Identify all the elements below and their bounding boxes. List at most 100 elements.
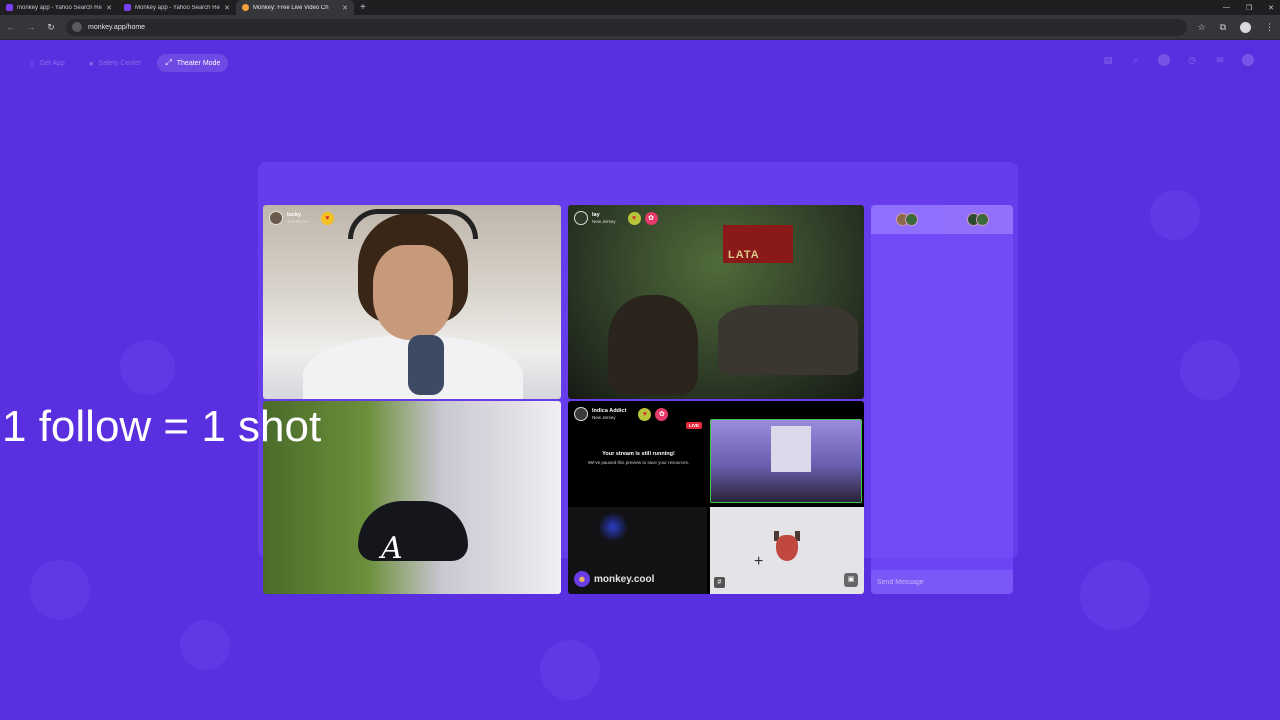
get-app-label: Get App xyxy=(39,59,65,67)
theater-mode-label: Theater Mode xyxy=(176,59,221,67)
send-message-field[interactable] xyxy=(871,570,1013,594)
video-tile-1[interactable]: lucky Tennessee ♥ xyxy=(263,205,561,399)
chat-tab-1[interactable] xyxy=(871,205,942,234)
brand-text: monkey.cool xyxy=(594,573,655,585)
baseball-cap xyxy=(358,501,468,561)
window-shape xyxy=(771,426,811,472)
top-nav: ▯ Get App ● Safety Center ⤢ Theater Mode xyxy=(22,54,229,72)
forward-icon[interactable]: → xyxy=(26,22,36,32)
close-icon[interactable]: ✕ xyxy=(106,4,112,12)
minimize-icon[interactable]: — xyxy=(1223,4,1230,11)
store-icon[interactable]: ▤ xyxy=(1102,54,1114,66)
history-icon[interactable]: ◷ xyxy=(1186,54,1198,66)
avatar[interactable] xyxy=(574,407,588,421)
yahoo-favicon-icon xyxy=(124,4,131,11)
browser-tab[interactable]: monkey app - Yahoo Search Re ✕ xyxy=(0,0,118,15)
heart-icon[interactable]: ♥ xyxy=(638,407,652,421)
safety-center-label: Safety Center xyxy=(98,59,142,67)
monkey-logo-icon: ☻ xyxy=(574,571,590,587)
avatar xyxy=(975,213,989,226)
add-guest-cell[interactable]: + # ▣ xyxy=(710,507,864,594)
paused-subtitle: We've paused this preview to save your r… xyxy=(587,460,690,465)
heart-icon[interactable]: ♥ xyxy=(320,211,334,225)
chat-panel xyxy=(871,205,1013,594)
user-location: New Jersey xyxy=(592,218,616,224)
user-badge[interactable]: lay New Jersey ♥ ✿ xyxy=(574,211,658,225)
background-pattern xyxy=(1180,340,1240,400)
plus-icon[interactable]: + xyxy=(754,553,763,571)
chat-tab-2[interactable] xyxy=(942,205,1013,234)
avatar[interactable] xyxy=(269,211,283,225)
extensions-icon[interactable]: ⧉ xyxy=(1220,22,1226,33)
heart-icon[interactable]: ♥ xyxy=(627,211,641,225)
clothes-pile xyxy=(718,305,858,375)
background-pattern xyxy=(540,640,600,700)
back-icon[interactable]: ← xyxy=(6,22,16,32)
headphones xyxy=(348,209,478,239)
background-pattern xyxy=(1150,190,1200,240)
user-badge[interactable]: Indica Addict New Jersey ♥ ✿ xyxy=(574,407,669,421)
chat-icon[interactable]: ✉ xyxy=(1214,54,1226,66)
close-icon[interactable]: ✕ xyxy=(342,4,348,12)
browser-tabstrip: monkey app - Yahoo Search Re ✕ Monkey ap… xyxy=(0,0,1280,15)
phone-icon: ▯ xyxy=(30,58,35,68)
close-icon[interactable]: ✕ xyxy=(224,4,230,12)
monkey-mascot-icon xyxy=(776,535,798,561)
browser-tab[interactable]: Monkey app - Yahoo Search Re ✕ xyxy=(118,0,236,15)
expand-icon: ⤢ xyxy=(165,58,172,67)
message-input[interactable] xyxy=(877,578,1007,586)
reaction-icon[interactable]: ✿ xyxy=(655,407,669,421)
user-location: Tennessee xyxy=(287,218,309,224)
get-app-button[interactable]: ▯ Get App xyxy=(22,54,73,72)
wall-banner-text: LATA xyxy=(728,249,760,261)
background-pattern xyxy=(30,560,90,620)
reaction-icon[interactable]: ✿ xyxy=(644,211,658,225)
reload-icon[interactable]: ↻ xyxy=(46,22,56,33)
browser-toolbar: ← → ↻ monkey.app/home ☆ ⧉ ⋮ xyxy=(0,15,1280,40)
person-figure xyxy=(608,295,698,395)
window-controls: — ❐ ✕ xyxy=(1223,0,1274,15)
avatar xyxy=(904,213,918,226)
browser-tab-active[interactable]: Monkey: Free Live Video Ch ✕ xyxy=(236,0,354,15)
paused-title: Your stream is still running! xyxy=(602,451,675,457)
profile-avatar[interactable] xyxy=(1240,21,1251,33)
site-info-icon[interactable] xyxy=(72,22,82,32)
brand-watermark: ☻ monkey.cool xyxy=(574,571,654,587)
gamepad-icon[interactable]: ▣ xyxy=(844,573,858,587)
menu-icon[interactable]: ⋮ xyxy=(1265,22,1274,33)
username: Indica Addict xyxy=(592,407,627,414)
user-location: New Jersey xyxy=(592,414,616,420)
tab-title: Monkey: Free Live Video Ch xyxy=(253,4,329,11)
hashtag-icon[interactable]: # xyxy=(714,577,725,588)
person-face xyxy=(373,245,453,340)
plus-icon[interactable]: + xyxy=(354,0,372,15)
restore-icon[interactable]: ❐ xyxy=(1246,4,1252,12)
url-text: monkey.app/home xyxy=(88,23,146,31)
tab-title: monkey app - Yahoo Search Re xyxy=(17,4,102,11)
video-tile-2[interactable]: LATA lay New Jersey ♥ ✿ xyxy=(568,205,864,399)
light-glow xyxy=(598,512,628,542)
background-pattern xyxy=(120,340,175,395)
star-icon[interactable]: ☆ xyxy=(1197,22,1205,33)
top-right-icons: ▤ ⌕ ◷ ✉ xyxy=(1102,54,1254,66)
monkey-favicon-icon xyxy=(242,4,249,11)
paused-notice: Your stream is still running! We've paus… xyxy=(568,421,709,501)
username: lucky xyxy=(287,211,302,218)
background-pattern xyxy=(180,620,230,670)
overlay-caption: 1 follow = 1 shot xyxy=(2,402,322,451)
video-tile-4[interactable]: Indica Addict New Jersey ♥ ✿ LIVE Your s… xyxy=(568,401,864,594)
coin-icon[interactable] xyxy=(1158,54,1170,66)
search-icon[interactable]: ⌕ xyxy=(1130,54,1142,66)
background-pattern xyxy=(1080,560,1150,630)
self-camera-preview[interactable] xyxy=(710,419,862,503)
address-bar[interactable]: monkey.app/home xyxy=(66,18,1188,36)
close-window-icon[interactable]: ✕ xyxy=(1268,4,1274,12)
username: lay xyxy=(592,211,600,218)
user-badge[interactable]: lucky Tennessee ♥ xyxy=(269,211,334,225)
safety-center-button[interactable]: ● Safety Center xyxy=(81,54,150,72)
cap-logo-icon: A xyxy=(381,531,403,566)
theater-mode-button[interactable]: ⤢ Theater Mode xyxy=(157,54,229,72)
yahoo-favicon-icon xyxy=(6,4,13,11)
user-avatar-icon[interactable] xyxy=(1242,54,1254,66)
avatar[interactable] xyxy=(574,211,588,225)
